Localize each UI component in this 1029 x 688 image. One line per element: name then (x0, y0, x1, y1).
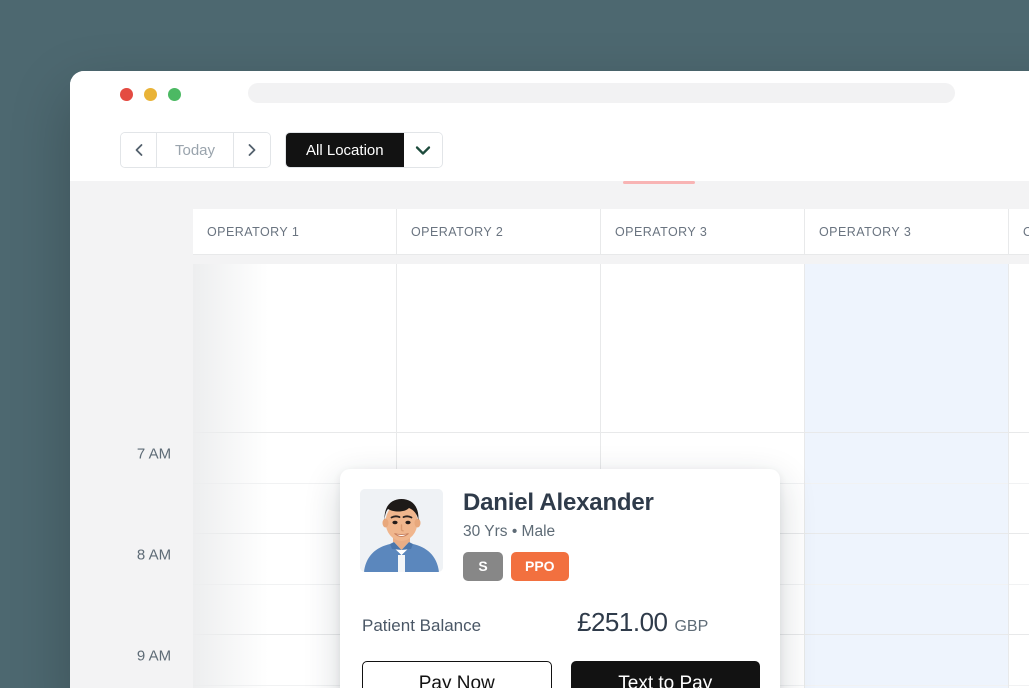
chevron-left-icon (135, 144, 142, 156)
badge-status: S (463, 552, 503, 581)
patient-meta: 30 Yrs • Male (463, 523, 556, 540)
time-label: 8 AM (136, 546, 172, 564)
balance-amount: £251.00 (577, 606, 668, 637)
half-hour-gridline (1009, 684, 1029, 686)
hour-gridline (805, 634, 1008, 635)
half-hour-gridline (1009, 482, 1029, 484)
time-label: 9 AM (136, 647, 172, 665)
pay-now-button[interactable]: Pay Now (362, 660, 552, 688)
hour-gridline (1009, 432, 1029, 433)
hour-gridline (1009, 634, 1029, 635)
close-window-icon[interactable] (120, 88, 133, 101)
next-day-button[interactable] (234, 133, 271, 167)
date-nav-group: Today (120, 132, 272, 168)
chevron-down-icon (415, 145, 430, 155)
patient-popover: Daniel Alexander 30 Yrs • Male S PPO Pat… (340, 469, 780, 688)
calendar-toolbar: Today All Location (70, 119, 1029, 181)
balance-label: Patient Balance (362, 615, 482, 635)
hour-gridline (805, 533, 1008, 534)
chevron-right-icon (248, 144, 256, 156)
hour-gridline (601, 432, 804, 433)
operatory-header-label: OPERATORY 3 (819, 224, 912, 239)
patient-name: Daniel Alexander (463, 489, 654, 516)
text-to-pay-button[interactable]: Text to Pay (570, 660, 760, 688)
half-hour-gridline (805, 482, 1008, 484)
previous-day-button[interactable] (121, 133, 157, 167)
operatory-header-label: OPERATORY 3 (615, 224, 708, 239)
hour-gridline (1009, 533, 1029, 534)
active-tab-indicator (623, 181, 695, 184)
calendar-view: Daniel AMonacaHMON OPERATORY 1OPERATORY … (70, 181, 1029, 688)
location-selected-label[interactable]: All Location (286, 133, 404, 167)
operatory-header-2[interactable]: OPERATORY 2 (397, 209, 601, 255)
popover-actions: Pay Now Text to Pay (360, 660, 760, 688)
maximize-window-icon[interactable] (168, 88, 181, 101)
operatory-header-row: OPERATORY 1 OPERATORY 2 OPERATORY 3 OPERATO… (193, 209, 1029, 255)
patient-identity: Daniel Alexander 30 Yrs • Male S PPO (463, 489, 654, 581)
operatory-column-5[interactable] (1009, 264, 1029, 688)
minimize-window-icon[interactable] (144, 88, 157, 101)
badge-insurance: PPO (511, 552, 569, 581)
operatory-header-label: OPERATORY 2 (411, 224, 504, 239)
patient-avatar (360, 489, 443, 572)
time-label: 7 AM (136, 445, 172, 463)
operatory-header-5[interactable]: O (1009, 209, 1029, 255)
balance-currency: GBP (674, 617, 709, 635)
patient-badges: S PPO (463, 552, 654, 581)
time-gutter: 7 AM8 AM9 AM10 AM11 AM (115, 190, 193, 688)
today-button[interactable]: Today (157, 133, 235, 167)
hour-gridline (193, 432, 396, 433)
operatory-header-3[interactable]: OPERATORY 3 (601, 209, 805, 255)
operatory-header-label: OPERATORY 1 (207, 224, 300, 239)
traffic-lights (120, 88, 181, 101)
operatory-header-label: O (1023, 225, 1029, 239)
hour-gridline (805, 432, 1008, 433)
window-titlebar (70, 71, 1029, 119)
avatar-photo-icon (360, 489, 443, 572)
address-bar[interactable] (248, 83, 955, 103)
half-hour-gridline (805, 684, 1008, 686)
patient-balance-row: Patient Balance £251.00 GBP (360, 607, 760, 638)
location-dropdown-button[interactable] (403, 133, 442, 167)
location-selector[interactable]: All Location (285, 132, 443, 168)
patient-summary: Daniel Alexander 30 Yrs • Male S PPO (360, 489, 760, 581)
operatory-header-4[interactable]: OPERATORY 3 (805, 209, 1009, 255)
operatory-header-1[interactable]: OPERATORY 1 (193, 209, 397, 255)
hour-gridline (397, 432, 600, 433)
half-hour-gridline (805, 583, 1008, 585)
operatory-column-4[interactable] (805, 264, 1009, 688)
half-hour-gridline (1009, 583, 1029, 585)
browser-window: Today All Location Daniel AMonaca (70, 71, 1029, 688)
